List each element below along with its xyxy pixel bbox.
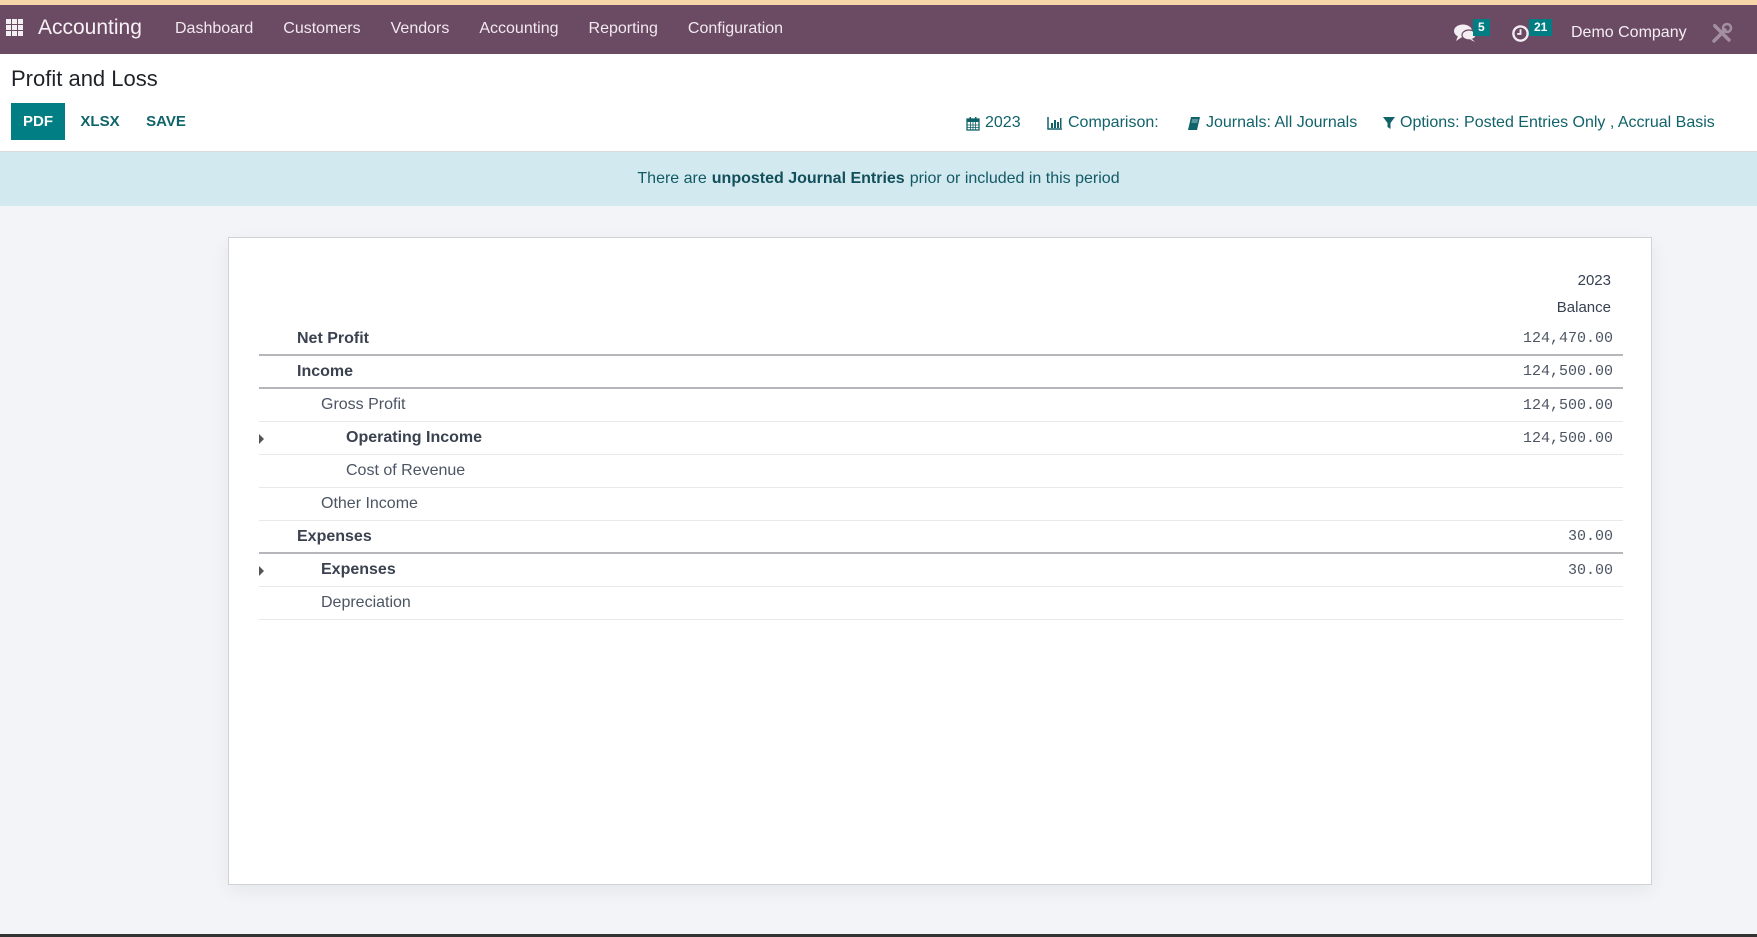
line-label: Operating Income — [346, 429, 483, 446]
line-amount[interactable]: 124,500.00 — [1523, 430, 1613, 447]
menu-customers[interactable]: Customers — [283, 20, 360, 38]
journals-filter[interactable]: Journals: All Journals — [1187, 114, 1357, 132]
journals-filter-label: Journals: All Journals — [1206, 114, 1358, 131]
app-name[interactable]: Accounting — [38, 16, 142, 40]
line-amount[interactable]: 124,500.00 — [1523, 363, 1613, 380]
warning-text-suffix: prior or included in this period — [909, 170, 1120, 187]
bar-chart-icon — [1047, 117, 1062, 130]
line-label: Net Profit — [297, 329, 369, 347]
line-expenses-total[interactable]: Expenses 30.00 — [259, 521, 1623, 554]
unposted-entries-link[interactable]: unposted Journal Entries — [712, 170, 905, 188]
debug-tools-icon[interactable] — [1711, 22, 1733, 44]
line-net-profit[interactable]: Net Profit 124,470.00 — [259, 323, 1623, 356]
line-expenses[interactable]: Expenses 30.00 — [259, 554, 1623, 587]
apps-menu-icon[interactable] — [6, 19, 24, 37]
menu-reporting[interactable]: Reporting — [589, 20, 658, 38]
comparison-filter-label: Comparison: — [1068, 114, 1159, 131]
line-operating-income[interactable]: Operating Income 124,500.00 — [259, 422, 1623, 455]
date-filter[interactable]: 2023 — [966, 114, 1021, 132]
line-label: Expenses — [297, 527, 372, 545]
menu-dashboard[interactable]: Dashboard — [175, 20, 253, 38]
filter-funnel-icon — [1383, 117, 1395, 129]
unposted-entries-warning: There are unposted Journal Entries prior… — [0, 152, 1757, 206]
line-gross-profit[interactable]: Gross Profit 124,500.00 — [259, 389, 1623, 422]
menu-accounting[interactable]: Accounting — [479, 20, 558, 38]
line-label: Gross Profit — [321, 396, 406, 413]
column-period-header: 2023 — [1577, 272, 1611, 289]
report-lines: Net Profit 124,470.00 Income 124,500.00 … — [259, 323, 1623, 620]
calendar-icon — [966, 116, 980, 131]
main-menu: Dashboard Customers Vendors Accounting R… — [175, 20, 813, 38]
column-balance-header: Balance — [1556, 299, 1611, 316]
comparison-filter[interactable]: Comparison: — [1047, 114, 1159, 132]
line-cost-of-revenue[interactable]: Cost of Revenue — [259, 455, 1623, 488]
page-title: Profit and Loss — [11, 66, 158, 91]
expand-caret-icon[interactable] — [259, 566, 264, 576]
line-amount[interactable]: 30.00 — [1568, 562, 1613, 579]
top-navbar: Accounting Dashboard Customers Vendors A… — [0, 5, 1757, 54]
activities-count-badge: 21 — [1529, 19, 1553, 36]
control-panel: Profit and Loss PDF XLSX SAVE 2023 Compa… — [0, 54, 1757, 152]
menu-configuration[interactable]: Configuration — [688, 20, 783, 38]
warning-text-prefix: There are — [637, 170, 707, 187]
line-label: Other Income — [321, 495, 418, 512]
report-filters: 2023 Comparison: Journals: All Journals — [0, 114, 1757, 134]
line-amount[interactable]: 124,470.00 — [1523, 330, 1613, 347]
book-icon — [1188, 116, 1200, 130]
line-label: Expenses — [321, 561, 396, 578]
line-depreciation[interactable]: Depreciation — [259, 587, 1623, 620]
line-income[interactable]: Income 124,500.00 — [259, 356, 1623, 389]
options-filter-label: Options: Posted Entries Only , Accrual B… — [1400, 114, 1715, 131]
expand-caret-icon[interactable] — [259, 434, 264, 444]
date-filter-label: 2023 — [985, 114, 1021, 131]
line-amount[interactable]: 30.00 — [1568, 528, 1613, 545]
report-sheet: 2023 Balance Net Profit 124,470.00 Incom… — [228, 237, 1652, 885]
line-other-income[interactable]: Other Income — [259, 488, 1623, 521]
company-switcher[interactable]: Demo Company — [1571, 24, 1687, 42]
options-filter[interactable]: Options: Posted Entries Only , Accrual B… — [1383, 114, 1715, 132]
line-amount[interactable]: 124,500.00 — [1523, 397, 1613, 414]
messages-count-badge: 5 — [1473, 19, 1490, 36]
menu-vendors[interactable]: Vendors — [391, 20, 450, 38]
line-label: Depreciation — [321, 594, 411, 611]
line-label: Income — [297, 362, 354, 380]
activity-clock-icon[interactable] — [1511, 24, 1530, 43]
line-label: Cost of Revenue — [346, 462, 466, 479]
